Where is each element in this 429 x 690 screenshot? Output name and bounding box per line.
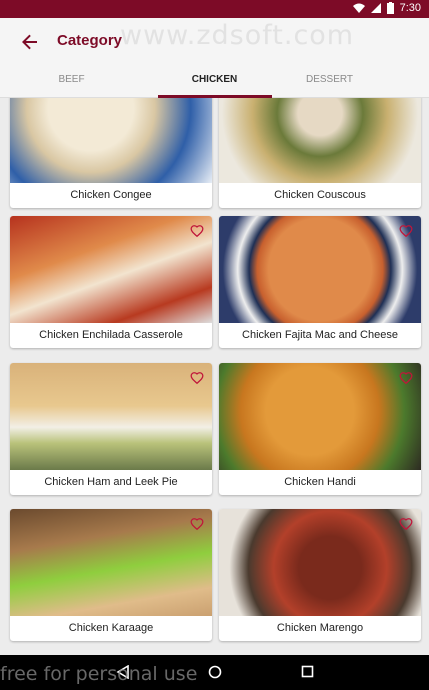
recipe-image <box>10 98 212 183</box>
recipe-title: Chicken Handi <box>284 476 356 488</box>
app-bar: Category www.zdsoft.com <box>0 18 429 66</box>
recipe-title: Chicken Couscous <box>274 189 366 201</box>
status-bar: 7:30 <box>0 0 429 18</box>
recipe-card[interactable]: Chicken Marengo <box>219 509 421 641</box>
recipe-title: Chicken Marengo <box>276 622 364 634</box>
wifi-icon <box>352 3 365 13</box>
battery-icon <box>386 2 394 14</box>
clock: 7:30 <box>399 2 421 14</box>
recipe-image <box>219 509 421 616</box>
recipe-image <box>10 363 212 470</box>
tab-bar: BEEF CHICKEN DESSERT <box>0 66 429 98</box>
recipe-image <box>219 363 421 470</box>
recipe-grid[interactable]: Chicken Congee Chicken Couscous Chicken … <box>0 98 429 655</box>
heart-icon[interactable] <box>399 517 413 531</box>
recipe-image <box>10 509 212 616</box>
page-title: Category <box>57 32 123 49</box>
heart-icon[interactable] <box>399 371 413 385</box>
recipe-card[interactable]: Chicken Enchilada Casserole <box>10 216 212 348</box>
recipe-card[interactable]: Chicken Handi <box>219 363 421 495</box>
recipe-card[interactable]: Chicken Couscous <box>219 98 421 208</box>
watermark: www.zdsoft.com <box>120 20 355 51</box>
recipe-card[interactable]: Chicken Congee <box>10 98 212 208</box>
recipe-card[interactable]: Chicken Fajita Mac and Cheese <box>219 216 421 348</box>
recipe-title: Chicken Congee <box>70 189 152 201</box>
signal-icon <box>370 3 381 13</box>
heart-icon[interactable] <box>399 224 413 238</box>
heart-icon[interactable] <box>190 224 204 238</box>
recipe-title: Chicken Karaage <box>68 622 154 634</box>
recipe-card[interactable]: Chicken Ham and Leek Pie <box>10 363 212 495</box>
back-arrow-icon[interactable] <box>18 30 42 54</box>
tab-beef[interactable]: BEEF <box>0 74 143 85</box>
nav-home-icon[interactable] <box>208 665 222 684</box>
heart-icon[interactable] <box>190 371 204 385</box>
tab-dessert[interactable]: DESSERT <box>258 74 401 85</box>
recipe-image <box>219 98 421 183</box>
recipe-title: Chicken Fajita Mac and Cheese <box>242 329 398 341</box>
heart-icon[interactable] <box>190 517 204 531</box>
footer-watermark: free for personal use <box>0 663 198 685</box>
recipe-title: Chicken Enchilada Casserole <box>39 329 183 341</box>
recipe-title: Chicken Ham and Leek Pie <box>44 476 178 488</box>
status-icons: 7:30 <box>352 2 421 14</box>
recipe-image <box>10 216 212 323</box>
recipe-card[interactable]: Chicken Karaage <box>10 509 212 641</box>
nav-recents-icon[interactable] <box>301 665 314 683</box>
recipe-image <box>219 216 421 323</box>
